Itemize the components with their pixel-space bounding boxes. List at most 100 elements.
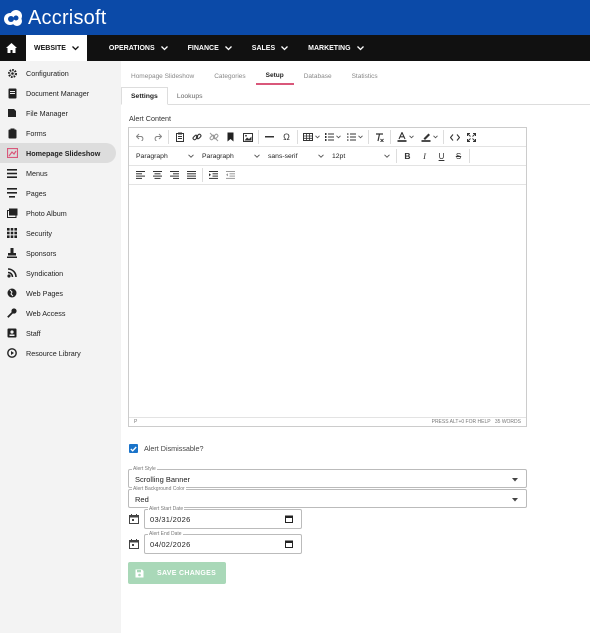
sub-tabs: Settings Lookups bbox=[121, 87, 590, 105]
toolbar-divider bbox=[443, 130, 444, 144]
sidebar-item-resource-library[interactable]: Resource Library bbox=[0, 343, 121, 363]
help-hint: PRESS ALT+0 FOR HELP bbox=[431, 419, 491, 425]
brand-logo[interactable]: Accrisoft bbox=[2, 5, 106, 31]
image-button[interactable] bbox=[239, 129, 256, 145]
dismissable-checkbox[interactable] bbox=[129, 444, 138, 453]
numbered-list-button[interactable] bbox=[322, 129, 344, 145]
sidebar-item-staff[interactable]: Staff bbox=[0, 323, 121, 343]
sidebar-item-document-manager[interactable]: Document Manager bbox=[0, 83, 121, 103]
save-button-label: SAVE CHANGES bbox=[157, 569, 217, 577]
align-right-button[interactable] bbox=[166, 167, 183, 183]
chevron-down-icon bbox=[188, 154, 194, 158]
font-size-select[interactable]: 12pt bbox=[328, 148, 394, 164]
redo-icon bbox=[154, 133, 162, 141]
sidebar-item-homepage-slideshow[interactable]: Homepage Slideshow bbox=[0, 143, 116, 163]
nav-operations[interactable]: OPERATIONS bbox=[101, 35, 176, 61]
source-code-button[interactable] bbox=[446, 129, 463, 145]
indent-button[interactable] bbox=[205, 167, 222, 183]
sidebar-item-sponsors[interactable]: Sponsors bbox=[0, 243, 121, 263]
sidebar-item-web-pages[interactable]: Web Pages bbox=[0, 283, 121, 303]
underline-button[interactable]: U bbox=[433, 148, 450, 164]
block-format-select[interactable]: Paragraph bbox=[132, 148, 198, 164]
grid-icon bbox=[6, 227, 18, 239]
tab-settings[interactable]: Settings bbox=[121, 87, 168, 105]
toolbar-divider bbox=[258, 130, 259, 144]
calendar-icon[interactable] bbox=[129, 539, 139, 549]
toolbar-divider bbox=[168, 130, 169, 144]
home-button[interactable] bbox=[0, 35, 22, 61]
alert-start-date-value: 03/31/2026 bbox=[150, 515, 191, 524]
sidebar: Configuration Document Manager File Mana… bbox=[0, 61, 121, 633]
sidebar-item-menus[interactable]: Menus bbox=[0, 163, 121, 183]
calendar-icon[interactable] bbox=[129, 514, 139, 524]
hand-icon bbox=[6, 247, 18, 259]
alert-background-select[interactable]: Alert Background Color Red bbox=[128, 486, 527, 508]
undo-button[interactable] bbox=[132, 129, 149, 145]
date-picker-icon[interactable] bbox=[285, 515, 293, 523]
clear-formatting-button[interactable] bbox=[371, 129, 388, 145]
brand-name: Accrisoft bbox=[28, 6, 107, 29]
tab-database[interactable]: Database bbox=[294, 67, 342, 85]
align-justify-button[interactable] bbox=[183, 167, 200, 183]
paragraph-format-value: Paragraph bbox=[202, 152, 234, 160]
save-button[interactable]: SAVE CHANGES bbox=[128, 562, 226, 584]
redo-button[interactable] bbox=[149, 129, 166, 145]
font-family-select[interactable]: sans-serif bbox=[264, 148, 328, 164]
alert-end-date-input[interactable]: Alert End Date 04/02/2026 bbox=[144, 531, 302, 554]
align-center-button[interactable] bbox=[149, 167, 166, 183]
nav-website[interactable]: WEBSITE bbox=[26, 35, 87, 61]
fullscreen-button[interactable] bbox=[463, 129, 480, 145]
sidebar-item-label: Forms bbox=[26, 128, 47, 138]
sidebar-item-configuration[interactable]: Configuration bbox=[0, 63, 121, 83]
font-family-value: sans-serif bbox=[268, 152, 298, 160]
align-left-button[interactable] bbox=[132, 167, 149, 183]
sidebar-item-syndication[interactable]: Syndication bbox=[0, 263, 121, 283]
editor-status-right: PRESS ALT+0 FOR HELP 35 WORDS bbox=[432, 419, 521, 425]
chevron-down-icon bbox=[336, 135, 341, 139]
italic-button[interactable]: I bbox=[416, 148, 433, 164]
highlight-color-button[interactable] bbox=[417, 129, 441, 145]
sidebar-item-label: Web Pages bbox=[26, 288, 64, 298]
editor-content-area[interactable] bbox=[129, 186, 526, 417]
chevron-down-icon bbox=[254, 154, 260, 158]
toolbar-divider bbox=[368, 130, 369, 144]
sidebar-item-pages[interactable]: Pages bbox=[0, 183, 121, 203]
horizontal-rule-icon bbox=[265, 136, 274, 138]
alert-style-select[interactable]: Alert Style Scrolling Banner bbox=[128, 466, 527, 488]
sidebar-item-photo-album[interactable]: Photo Album bbox=[0, 203, 121, 223]
sidebar-item-forms[interactable]: Forms bbox=[0, 123, 121, 143]
paragraph-format-select[interactable]: Paragraph bbox=[198, 148, 264, 164]
date-picker-icon[interactable] bbox=[285, 540, 293, 548]
dismissable-checkbox-row[interactable]: Alert Dismissable? bbox=[129, 444, 204, 453]
folder-icon bbox=[6, 107, 18, 119]
numbered-list-icon bbox=[325, 133, 334, 141]
bookmark-button[interactable] bbox=[222, 129, 239, 145]
bold-button[interactable]: B bbox=[399, 148, 416, 164]
strikethrough-button[interactable]: S bbox=[450, 148, 467, 164]
nav-finance[interactable]: FINANCE bbox=[180, 35, 240, 61]
nav-marketing[interactable]: MARKETING bbox=[300, 35, 371, 61]
nav-operations-label: OPERATIONS bbox=[108, 44, 155, 52]
tab-homepage-slideshow[interactable]: Homepage Slideshow bbox=[121, 67, 204, 85]
table-button[interactable] bbox=[300, 129, 322, 145]
nav-sales[interactable]: SALES bbox=[244, 35, 296, 61]
tab-lookups[interactable]: Lookups bbox=[168, 87, 212, 105]
sidebar-item-web-access[interactable]: Web Access bbox=[0, 303, 121, 323]
bullet-list-button[interactable] bbox=[344, 129, 366, 145]
paste-button[interactable] bbox=[171, 129, 188, 145]
special-char-button[interactable]: Ω bbox=[278, 129, 295, 145]
sidebar-item-file-manager[interactable]: File Manager bbox=[0, 103, 121, 123]
link-button[interactable] bbox=[188, 129, 205, 145]
tab-statistics[interactable]: Statistics bbox=[342, 67, 388, 85]
sidebar-item-label: Staff bbox=[26, 328, 41, 338]
tab-categories[interactable]: Categories bbox=[204, 67, 255, 85]
horizontal-rule-button[interactable] bbox=[261, 129, 278, 145]
sidebar-item-security[interactable]: Security bbox=[0, 223, 121, 243]
sidebar-item-label: Syndication bbox=[26, 268, 64, 278]
rss-icon bbox=[6, 267, 18, 279]
unlink-button[interactable] bbox=[205, 129, 222, 145]
text-color-button[interactable] bbox=[393, 129, 417, 145]
alert-start-date-input[interactable]: Alert Start Date 03/31/2026 bbox=[144, 506, 302, 529]
tab-setup[interactable]: Setup bbox=[255, 67, 294, 85]
outdent-button[interactable] bbox=[222, 167, 239, 183]
